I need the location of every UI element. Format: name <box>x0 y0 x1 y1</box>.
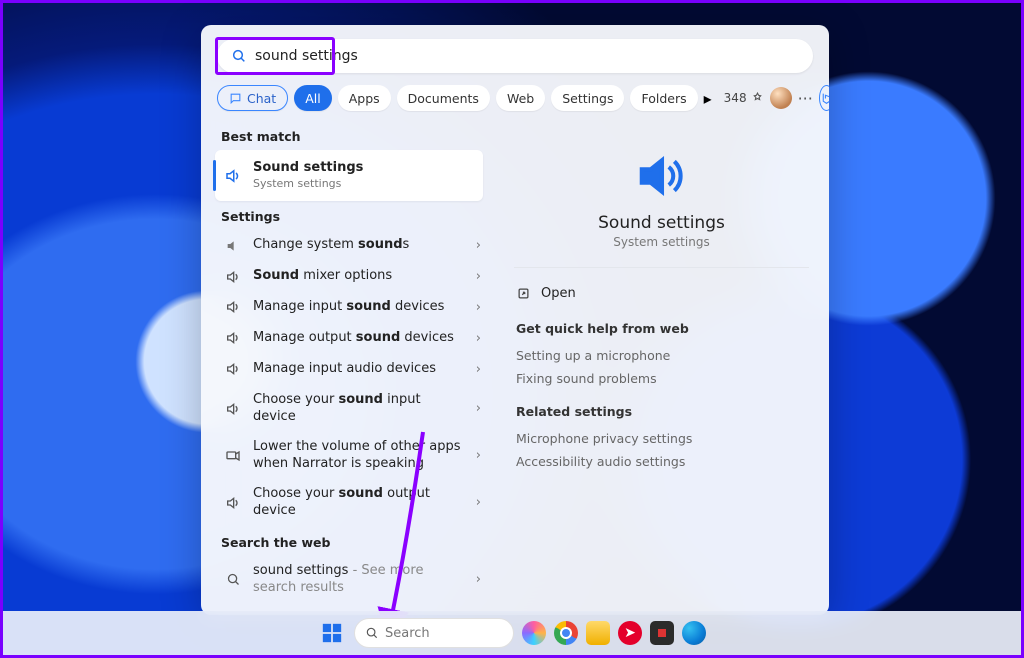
speaker-icon <box>223 401 243 417</box>
taskbar-app-explorer[interactable] <box>586 621 610 645</box>
result-label: Choose your sound input device <box>253 392 466 426</box>
result-setting[interactable]: Sound mixer options › <box>215 261 493 292</box>
quickhelp-link[interactable]: Setting up a microphone <box>514 344 809 367</box>
filter-folders[interactable]: Folders <box>630 85 697 111</box>
results-list: Best match Sound settings System setting… <box>201 121 493 615</box>
section-web: Search the web <box>221 535 493 550</box>
chevron-right-icon: › <box>476 300 485 315</box>
start-button[interactable] <box>318 619 346 647</box>
preview-subtitle: System settings <box>514 235 809 249</box>
result-setting[interactable]: Choose your sound output device › <box>215 479 493 527</box>
result-label: Choose your sound output device <box>253 486 466 520</box>
related-heading: Related settings <box>516 404 809 419</box>
result-label: Manage input audio devices <box>253 361 466 378</box>
speaker-icon <box>223 269 243 285</box>
result-label: Manage input sound devices <box>253 299 466 316</box>
narrator-icon <box>223 448 243 464</box>
result-title: Sound settings <box>253 160 475 177</box>
speaker-icon <box>223 299 243 315</box>
speaker-icon <box>223 238 243 254</box>
more-options-icon[interactable]: ··· <box>798 85 813 111</box>
taskbar: Search ➤ <box>3 611 1021 655</box>
rewards-points[interactable]: 348 <box>724 91 764 105</box>
related-link[interactable]: Accessibility audio settings <box>514 450 809 473</box>
chevron-right-icon: › <box>476 401 485 416</box>
result-web-search[interactable]: sound settings - See more search results… <box>215 556 493 604</box>
chevron-right-icon: › <box>476 269 485 284</box>
search-bar[interactable] <box>217 39 813 73</box>
search-icon <box>231 48 247 64</box>
result-subtitle: System settings <box>253 177 475 191</box>
search-input[interactable] <box>255 48 799 64</box>
speaker-icon <box>223 167 243 185</box>
filter-more-icon[interactable]: ▸ <box>704 85 712 111</box>
result-label: Manage output sound devices <box>253 330 466 347</box>
result-label: Sound mixer options <box>253 268 466 285</box>
taskbar-app-red[interactable]: ➤ <box>618 621 642 645</box>
result-label: Change system sounds <box>253 237 466 254</box>
result-best-match[interactable]: Sound settings System settings <box>215 150 483 201</box>
search-icon <box>223 572 243 587</box>
quickhelp-heading: Get quick help from web <box>516 321 809 336</box>
result-setting[interactable]: Lower the volume of other apps when Narr… <box>215 432 493 479</box>
preview-speaker-icon <box>514 139 809 213</box>
result-setting[interactable]: Choose your sound input device › <box>215 385 493 433</box>
chevron-right-icon: › <box>476 331 485 346</box>
user-avatar[interactable] <box>770 85 792 111</box>
preview-title: Sound settings <box>514 213 809 233</box>
result-setting[interactable]: Change system sounds › <box>215 230 493 261</box>
chevron-right-icon: › <box>476 448 485 463</box>
taskbar-app-edge[interactable] <box>682 621 706 645</box>
result-setting[interactable]: Manage input sound devices › <box>215 292 493 323</box>
speaker-icon <box>223 330 243 346</box>
chevron-right-icon: › <box>476 238 485 253</box>
search-icon <box>365 626 379 640</box>
filter-apps[interactable]: Apps <box>338 85 391 111</box>
filter-documents[interactable]: Documents <box>397 85 490 111</box>
search-flyout: Chat All Apps Documents Web Settings Fol… <box>201 25 829 615</box>
section-settings: Settings <box>221 209 493 224</box>
speaker-icon <box>223 361 243 377</box>
quickhelp-link[interactable]: Fixing sound problems <box>514 367 809 390</box>
taskbar-app-chrome[interactable] <box>554 621 578 645</box>
related-link[interactable]: Microphone privacy settings <box>514 427 809 450</box>
filter-row: Chat All Apps Documents Web Settings Fol… <box>201 81 829 121</box>
preview-pane: Sound settings System settings Open Get … <box>493 121 829 615</box>
chevron-right-icon: › <box>476 362 485 377</box>
taskbar-search-placeholder: Search <box>385 626 430 641</box>
filter-web[interactable]: Web <box>496 85 545 111</box>
speaker-icon <box>223 495 243 511</box>
chevron-right-icon: › <box>476 495 485 510</box>
filter-settings[interactable]: Settings <box>551 85 624 111</box>
divider <box>514 267 809 268</box>
result-label: Lower the volume of other apps when Narr… <box>253 439 466 472</box>
taskbar-app-dark[interactable] <box>650 621 674 645</box>
section-best-match: Best match <box>221 129 493 144</box>
chevron-right-icon: › <box>476 572 485 587</box>
open-icon <box>516 286 531 301</box>
filter-chat[interactable]: Chat <box>217 85 288 111</box>
result-setting[interactable]: Manage output sound devices › <box>215 323 493 354</box>
taskbar-search[interactable]: Search <box>354 618 514 648</box>
filter-all[interactable]: All <box>294 85 332 111</box>
bing-chat-icon[interactable] <box>819 85 829 111</box>
result-setting[interactable]: Manage input audio devices › <box>215 354 493 385</box>
taskbar-app-copilot[interactable] <box>522 621 546 645</box>
action-open[interactable]: Open <box>514 280 809 307</box>
